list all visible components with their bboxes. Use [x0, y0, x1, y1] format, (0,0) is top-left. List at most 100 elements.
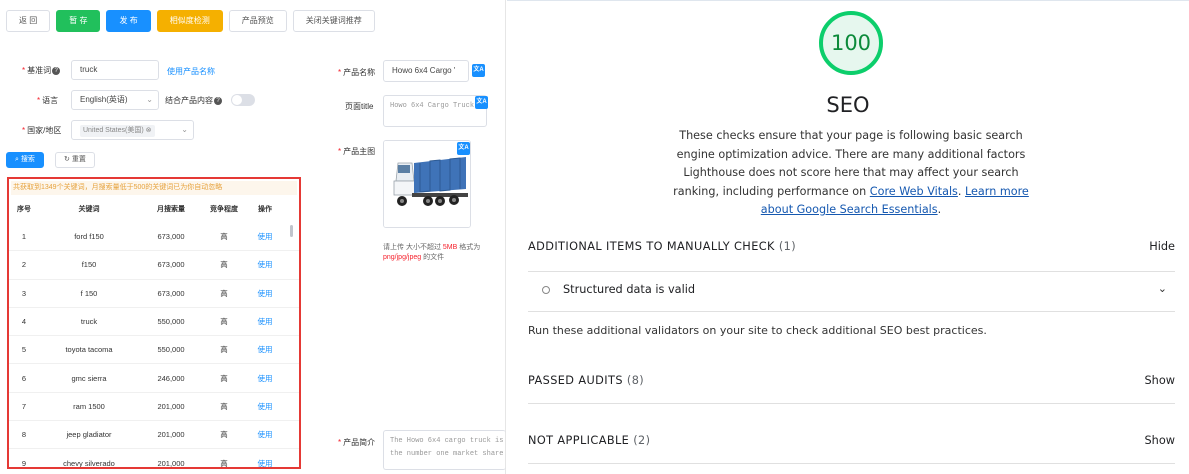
- keyword-table-body: 1 ford f150 673,000 高使用 2 f150 673,000 高使用 3 f 15…: [9, 223, 299, 468]
- use-keyword-link[interactable]: 使用: [245, 316, 285, 327]
- page-title-textarea[interactable]: Howo 6x4 Cargo Truck: [383, 95, 487, 127]
- divider: [528, 463, 1175, 464]
- editor-toolbar: 返 回 暂 存 发 布 相似度检测 产品预览 关闭关键词推荐: [6, 10, 375, 32]
- refresh-icon: ↻: [64, 156, 70, 163]
- use-keyword-link[interactable]: 使用: [245, 458, 285, 467]
- screenshot-root: 返 回 暂 存 发 布 相似度检测 产品预览 关闭关键词推荐 * 基准词? tru…: [0, 0, 1189, 474]
- core-web-vitals-link[interactable]: Core Web Vitals: [870, 185, 958, 198]
- row-competition: 高: [220, 260, 228, 270]
- row-index: 5: [21, 345, 27, 355]
- row-keyword: chevy silverado: [63, 458, 115, 468]
- use-keyword-link[interactable]: 使用: [245, 401, 285, 412]
- language-label: * 语言: [37, 96, 59, 105]
- table-row: 6 gmc sierra 246,000 高 使用: [9, 364, 299, 393]
- row-volume: 673,000: [157, 232, 185, 242]
- row-index: 6: [21, 373, 27, 383]
- use-keyword-link[interactable]: 使用: [245, 288, 285, 299]
- country-label: * 国家/地区: [22, 126, 62, 135]
- lighthouse-seo-panel: 100 SEO These checks ensure that your pa…: [507, 0, 1189, 474]
- chevron-down-icon: ⌄: [1157, 282, 1167, 295]
- base-word-input[interactable]: truck: [71, 60, 159, 80]
- similarity-check-button[interactable]: 相似度检测: [156, 10, 223, 32]
- passed-audits-toggle[interactable]: Show: [1145, 374, 1175, 387]
- row-volume: 201,000: [157, 430, 185, 440]
- table-row: 8 jeep gladiator 201,000 高 使用: [9, 421, 299, 450]
- table-row: 9 chevy silverado 201,000 高 使用: [9, 449, 299, 468]
- col-volume-header: 月搜索量: [157, 206, 185, 213]
- use-keyword-link[interactable]: 使用: [245, 373, 285, 384]
- row-competition: 高: [220, 458, 228, 468]
- row-competition: 高: [220, 317, 228, 327]
- row-competition: 高: [220, 373, 228, 383]
- table-row: 2 f150 673,000 高 使用: [9, 251, 299, 280]
- combine-content-switch[interactable]: [231, 94, 255, 106]
- validators-note: Run these additional validators on your …: [528, 324, 987, 337]
- row-competition: 高: [220, 288, 228, 298]
- manual-checks-count: (1): [778, 240, 797, 253]
- translate-icon[interactable]: 文A: [472, 64, 485, 77]
- row-keyword: ram 1500: [73, 401, 105, 411]
- use-product-name-link[interactable]: 使用产品名称: [167, 66, 215, 77]
- row-volume: 673,000: [157, 260, 185, 270]
- table-row: 1 ford f150 673,000 高 使用: [9, 223, 299, 252]
- chevron-down-icon: ⌄: [181, 125, 188, 134]
- use-keyword-link[interactable]: 使用: [245, 231, 285, 242]
- summary-textarea[interactable]: The Howo 6x4 cargo truck is the number on…: [383, 430, 506, 470]
- product-name-label: * 产品名称: [338, 68, 376, 77]
- category-title: SEO: [826, 93, 870, 117]
- translate-icon[interactable]: 文A: [475, 96, 488, 109]
- back-button[interactable]: 返 回: [6, 10, 51, 32]
- close-keyword-recommend-button[interactable]: 关闭关键词推荐: [292, 10, 375, 32]
- publish-button[interactable]: 发 布: [106, 10, 151, 32]
- table-scrollbar[interactable]: [290, 225, 293, 237]
- not-applicable-toggle[interactable]: Show: [1145, 434, 1175, 447]
- product-name-input[interactable]: Howo 6x4 Cargo ': [383, 60, 469, 82]
- row-index: 3: [21, 288, 27, 298]
- row-index: 8: [21, 430, 27, 440]
- table-row: 4 truck 550,000 高 使用: [9, 308, 299, 337]
- not-applicable-title: NOT APPLICABLE: [528, 434, 630, 447]
- row-competition: 高: [220, 232, 228, 242]
- row-index: 4: [21, 317, 27, 327]
- top-divider: [507, 0, 1189, 1]
- col-index-header: 序号: [17, 206, 31, 213]
- row-volume: 550,000: [157, 345, 185, 355]
- row-volume: 201,000: [157, 458, 185, 468]
- keyword-notice: 共获取到1349个关键词，月搜索量低于500的关键词已为你自动忽略: [11, 181, 297, 195]
- audit-label: Structured data is valid: [563, 283, 696, 296]
- use-keyword-link[interactable]: 使用: [245, 429, 285, 440]
- save-draft-button[interactable]: 暂 存: [56, 10, 101, 32]
- use-keyword-link[interactable]: 使用: [245, 259, 285, 270]
- country-select[interactable]: United States(美国) ⊗ ⌄: [71, 120, 194, 140]
- base-word-label: * 基准词?: [22, 65, 61, 76]
- combine-content-label: 结合产品内容?: [165, 95, 222, 106]
- translate-icon[interactable]: 文A: [457, 142, 470, 155]
- row-volume: 673,000: [157, 288, 185, 298]
- use-keyword-link[interactable]: 使用: [245, 344, 285, 355]
- passed-audits-group-header[interactable]: PASSED AUDITS (8) Show: [528, 374, 1175, 387]
- table-row: 5 toyota tacoma 550,000 高 使用: [9, 336, 299, 365]
- score-value: 100: [830, 31, 872, 55]
- row-competition: 高: [220, 401, 228, 411]
- help-icon: ?: [214, 96, 222, 105]
- search-icon: ⌕: [15, 156, 19, 163]
- col-keyword-header: 关键词: [78, 206, 100, 213]
- informative-circle-icon: [542, 286, 550, 294]
- keyword-table-header: 序号 关键词 月搜索量 竞争程度 操作: [9, 195, 299, 223]
- row-keyword: ford f150: [74, 232, 104, 242]
- search-button[interactable]: ⌕ 搜索: [6, 152, 44, 168]
- row-volume: 246,000: [157, 373, 185, 383]
- help-icon: ?: [52, 66, 61, 75]
- not-applicable-group-header[interactable]: NOT APPLICABLE (2) Show: [528, 434, 1175, 447]
- row-index: 9: [21, 458, 27, 468]
- row-index: 2: [21, 260, 27, 270]
- manual-checks-toggle[interactable]: Hide: [1149, 240, 1175, 253]
- chevron-down-icon: ⌄: [146, 95, 153, 104]
- col-action-header: 操作: [258, 206, 272, 213]
- main-image-label: * 产品主图: [338, 147, 376, 156]
- row-keyword: truck: [80, 317, 98, 327]
- reset-button[interactable]: ↻ 重置: [55, 152, 95, 168]
- product-preview-button[interactable]: 产品预览: [228, 10, 287, 32]
- language-select[interactable]: English(英语) ⌄: [71, 90, 159, 110]
- audit-structured-data[interactable]: Structured data is valid ⌄: [528, 272, 1175, 312]
